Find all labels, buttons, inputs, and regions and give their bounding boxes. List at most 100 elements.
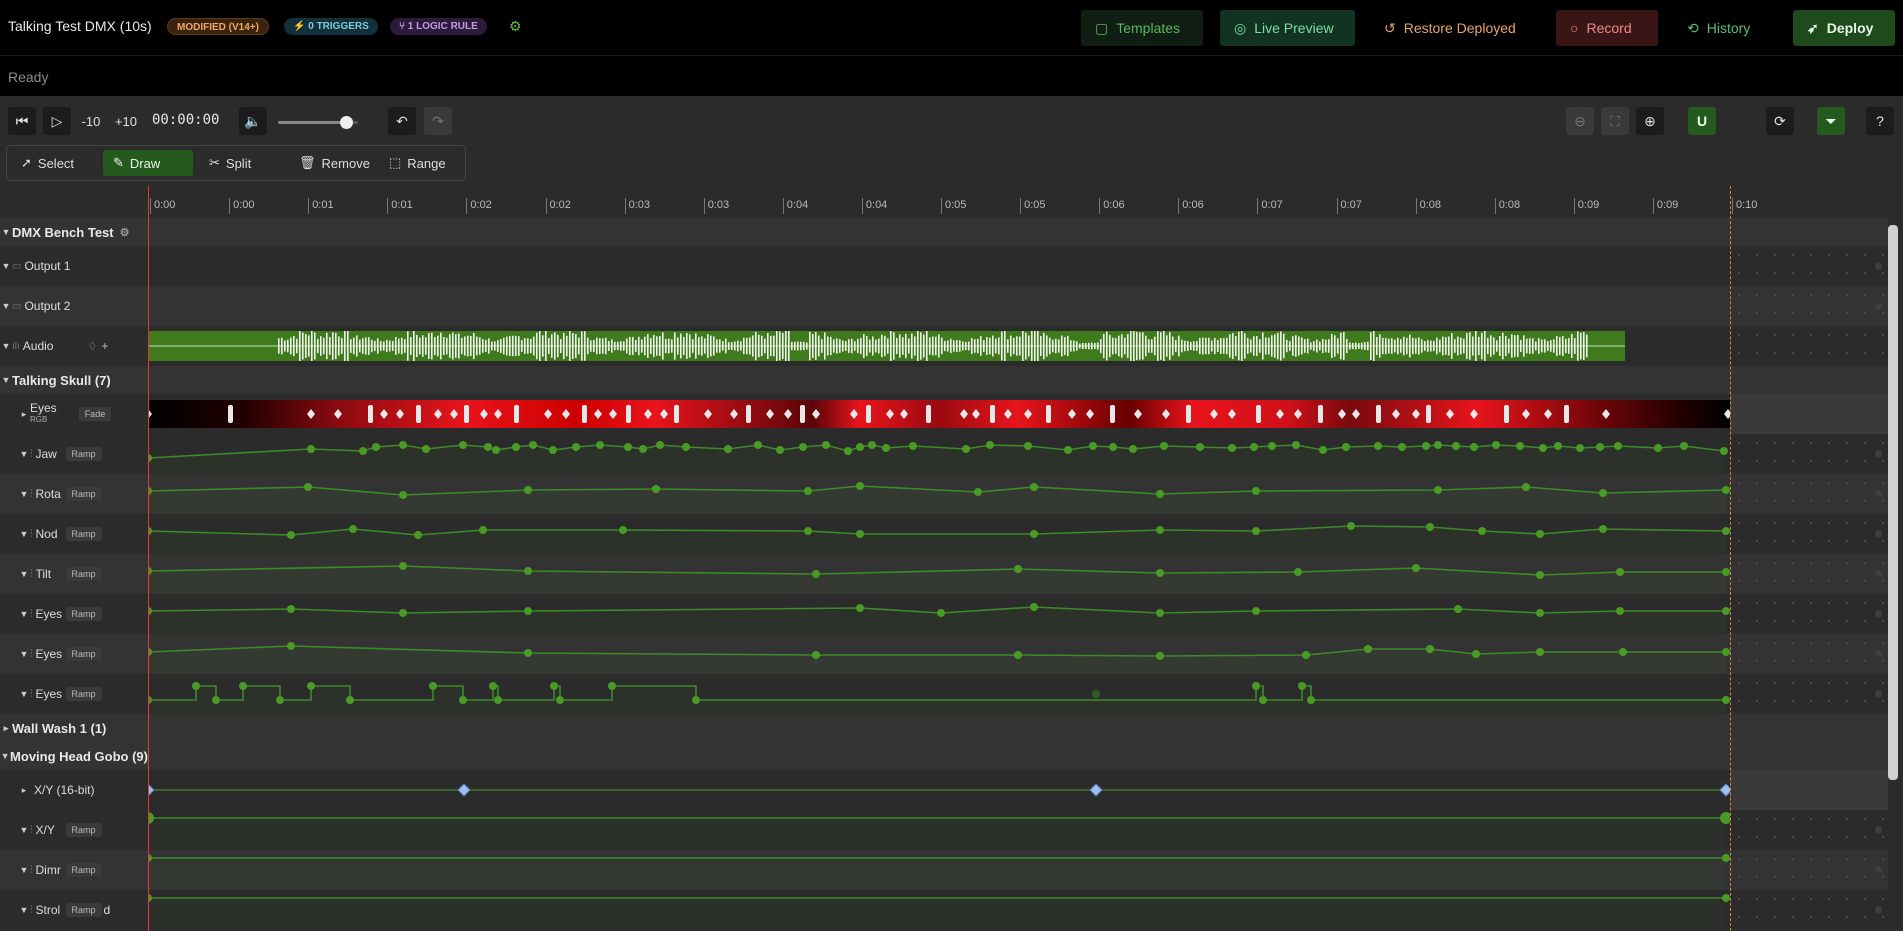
lane[interactable]: [148, 286, 1730, 326]
automation-lane[interactable]: [148, 634, 1730, 674]
eyes-key-bar[interactable]: [746, 405, 751, 423]
eyes-key-bar[interactable]: [990, 405, 995, 423]
automation-curve[interactable]: [148, 474, 1730, 514]
keyframe-point[interactable]: [1722, 486, 1730, 494]
keyframe-point[interactable]: [1536, 609, 1544, 617]
chevron-down-icon[interactable]: ▼: [0, 227, 12, 237]
interp-mode-badge[interactable]: Ramp: [65, 487, 102, 501]
track-xy[interactable]: ▼ ⫶ X/Y Ramp: [0, 810, 1888, 850]
interp-mode-badge[interactable]: Ramp: [65, 903, 102, 917]
undo-icon[interactable]: ↶: [388, 107, 416, 135]
chevron-down-icon[interactable]: ▼: [18, 489, 30, 499]
keyframe-point[interactable]: [1722, 894, 1730, 902]
range-tool[interactable]: ⬚ Range: [379, 150, 451, 176]
keyframe-point[interactable]: [1302, 651, 1310, 659]
chevron-right-icon[interactable]: ▸: [0, 723, 12, 734]
chevron-down-icon[interactable]: ▼: [18, 825, 30, 835]
keyframe-point[interactable]: [307, 445, 315, 453]
xy-keyframes[interactable]: [148, 770, 1730, 810]
keyframe-point[interactable]: [1619, 648, 1627, 656]
eyes-key-bar[interactable]: [582, 405, 587, 423]
zoom-in-icon[interactable]: ⊕: [1636, 107, 1664, 135]
automation-curve[interactable]: [148, 850, 1730, 890]
eyes-key-bar[interactable]: [800, 405, 805, 423]
automation-lane[interactable]: [148, 594, 1730, 634]
track-audio[interactable]: ▼ ılı Audio ◊ +: [0, 326, 1888, 366]
keyframe-point[interactable]: [1472, 650, 1480, 658]
keyframe-point[interactable]: [596, 441, 604, 449]
keyframe-point[interactable]: [1014, 565, 1022, 573]
keyframe-point[interactable]: [656, 441, 664, 449]
keyframe-point[interactable]: [524, 607, 532, 615]
keyframe-point[interactable]: [1412, 564, 1420, 572]
keyframe-point[interactable]: [372, 443, 380, 451]
split-tool[interactable]: ✂ Split: [199, 150, 261, 176]
chevron-down-icon[interactable]: ▼: [18, 569, 30, 579]
keyframe-point[interactable]: [494, 696, 502, 704]
redo-icon[interactable]: ↷: [424, 107, 452, 135]
zoom-out-icon[interactable]: ⊖: [1566, 107, 1594, 135]
chevron-down-icon[interactable]: ▼: [18, 689, 30, 699]
color-gradient-bar[interactable]: [148, 400, 1730, 428]
timeline-ruler[interactable]: 0:00 0:00 0:01 0:01 0:02 0:02 0:03 0:03 0:04 0:04…: [0, 194, 1903, 218]
keyframe-point[interactable]: [986, 441, 994, 449]
track-rota[interactable]: ▼ ⫶ Rota Ramp: [0, 474, 1888, 514]
playhead[interactable]: [148, 186, 149, 931]
automation-lane[interactable]: [148, 474, 1730, 514]
keyframe-point[interactable]: [1292, 441, 1300, 449]
eyes-key-bar[interactable]: [1376, 405, 1381, 423]
xy-keyframe[interactable]: [457, 783, 471, 797]
history-button[interactable]: ⟲ History: [1673, 10, 1776, 46]
keyframe-point[interactable]: [937, 609, 945, 617]
keyframe-point[interactable]: [1536, 648, 1544, 656]
keyframe-point[interactable]: [1109, 443, 1117, 451]
settings-gear-icon[interactable]: ⚙: [509, 19, 523, 33]
chevron-right-icon[interactable]: ▸: [18, 785, 30, 796]
loop-icon[interactable]: ⟳: [1766, 107, 1794, 135]
keyframe-point[interactable]: [1307, 696, 1315, 704]
track-eyes-rgb[interactable]: ▸ Eyes RGB Fade: [0, 394, 1888, 434]
keyframe-point[interactable]: [556, 696, 564, 704]
select-tool[interactable]: ➚ Select: [11, 150, 79, 176]
keyframe-point[interactable]: [489, 682, 497, 690]
keyframe-point[interactable]: [754, 441, 762, 449]
keyframe-point[interactable]: [1156, 526, 1164, 534]
keyframe-point[interactable]: [492, 446, 500, 454]
keyframe-point[interactable]: [822, 441, 830, 449]
keyframe-point[interactable]: [1252, 682, 1260, 690]
automation-lane[interactable]: [148, 554, 1730, 594]
keyframe-point[interactable]: [1522, 483, 1530, 491]
interp-mode-badge[interactable]: Ramp: [65, 687, 102, 701]
keyframe-point[interactable]: [287, 642, 295, 650]
eyes-key-bar[interactable]: [866, 405, 871, 423]
chevron-down-icon[interactable]: ▼: [0, 751, 10, 761]
keyframe-point[interactable]: [1298, 682, 1306, 690]
automation-curve[interactable]: [148, 890, 1730, 930]
chevron-down-icon[interactable]: ▼: [18, 865, 30, 875]
track-output1[interactable]: ▼ ▭ Output 1: [0, 246, 1888, 286]
keyframe-point[interactable]: [1478, 527, 1486, 535]
keyframe-point[interactable]: [1342, 443, 1350, 451]
templates-button[interactable]: ▢ Templates: [1081, 10, 1203, 46]
keyframe-point[interactable]: [414, 531, 422, 539]
skip-back-button[interactable]: -10: [77, 107, 105, 135]
eyes-key-bar[interactable]: [1318, 405, 1323, 423]
eyes-key-bar[interactable]: [1564, 405, 1569, 423]
keyframe-point[interactable]: [1259, 696, 1267, 704]
keyframe-point[interactable]: [856, 443, 864, 451]
keyframe-point[interactable]: [479, 526, 487, 534]
keyframe-point[interactable]: [1426, 645, 1434, 653]
keyframe-point[interactable]: [1228, 444, 1236, 452]
audio-waveform[interactable]: [148, 331, 1625, 361]
help-icon[interactable]: ?: [1866, 107, 1894, 135]
keyframe-point[interactable]: [1014, 651, 1022, 659]
skip-forward-button[interactable]: +10: [111, 107, 141, 135]
automation-lane[interactable]: [148, 434, 1730, 474]
lane[interactable]: [148, 246, 1730, 286]
play-icon[interactable]: ▷: [43, 107, 71, 135]
automation-lane[interactable]: [148, 810, 1730, 850]
keyframe-point[interactable]: [346, 696, 354, 704]
triggers-badge[interactable]: ⚡ 0 TRIGGERS: [284, 18, 378, 35]
keyframe-point[interactable]: [550, 682, 558, 690]
keyframe-point[interactable]: [1089, 442, 1097, 450]
